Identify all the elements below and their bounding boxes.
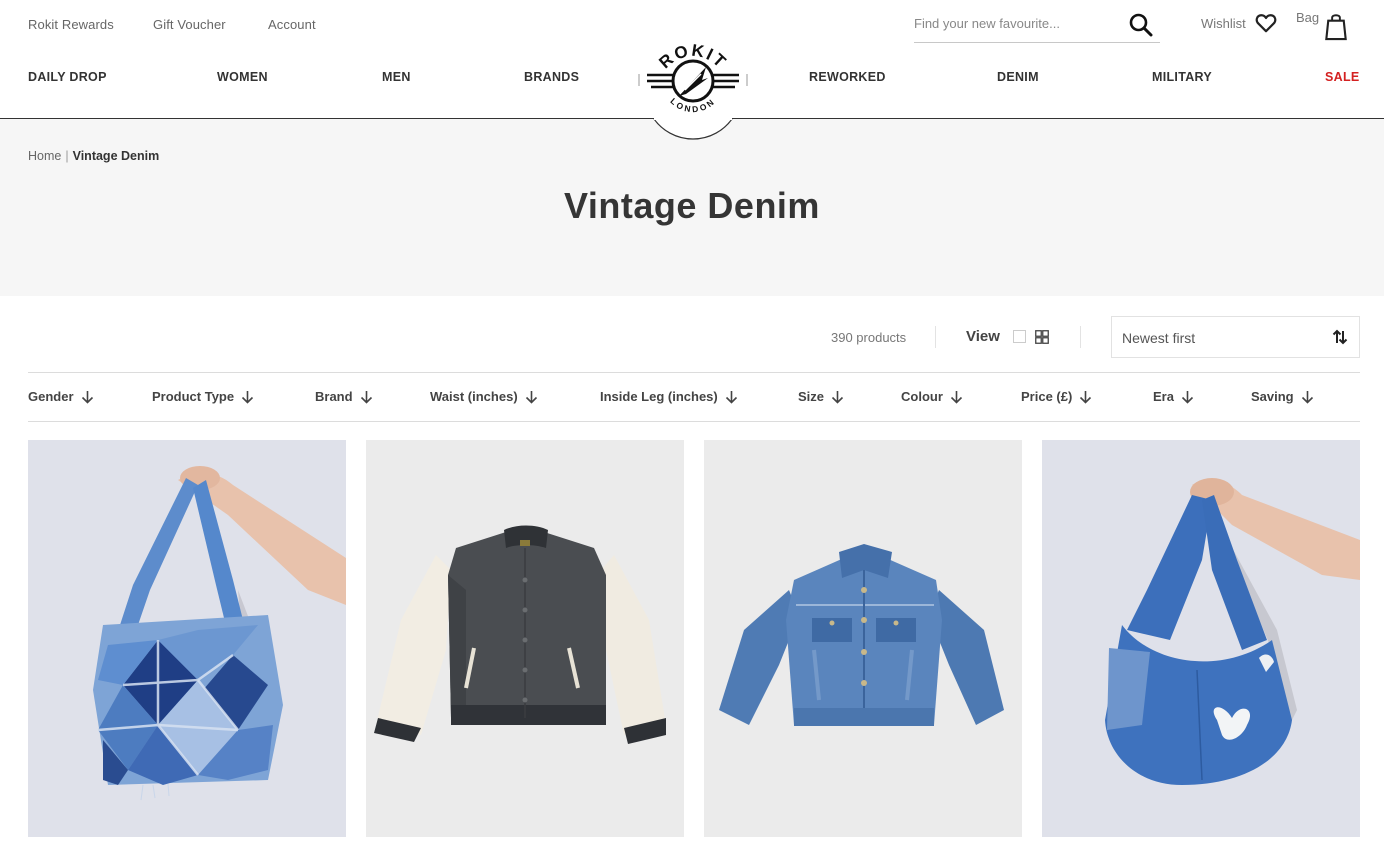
filter-label: Saving: [1251, 389, 1294, 404]
product-image-denim-jacket: [704, 440, 1022, 837]
arrow-down-icon: [1181, 390, 1194, 404]
search-button[interactable]: [1128, 12, 1154, 38]
single-view-icon[interactable]: [1013, 330, 1026, 343]
filter-brand[interactable]: Brand: [315, 389, 373, 404]
filter-label: Size: [798, 389, 825, 404]
product-card[interactable]: [1042, 440, 1360, 837]
toolbar-divider: [1080, 326, 1081, 348]
search-bar: [914, 8, 1160, 43]
product-count: 390 products: [831, 330, 907, 345]
grid-view-icon[interactable]: [1035, 330, 1049, 344]
filter-waist[interactable]: Waist (inches): [430, 389, 538, 404]
filter-label: Product Type: [152, 389, 235, 404]
product-image-denim-hobo-bag: [1042, 440, 1360, 837]
arrow-down-icon: [81, 390, 93, 404]
arrow-down-icon: [360, 390, 372, 404]
arrow-down-icon: [725, 390, 737, 404]
filter-colour[interactable]: Colour: [901, 389, 963, 404]
shopping-bag-icon: [1325, 14, 1347, 41]
breadcrumb-current: Vintage Denim: [72, 149, 160, 163]
bag-link[interactable]: Bag: [1296, 10, 1348, 41]
filter-inside-leg[interactable]: Inside Leg (inches): [600, 389, 738, 404]
filter-label: Era: [1153, 389, 1174, 404]
gift-voucher-link[interactable]: Gift Voucher: [153, 17, 226, 32]
filter-label: Waist (inches): [430, 389, 518, 404]
filter-label: Price (£): [1021, 389, 1073, 404]
nav-daily-drop[interactable]: DAILY DROP: [28, 70, 107, 84]
toolbar-divider: [935, 326, 936, 348]
nav-brands[interactable]: BRANDS: [524, 70, 579, 84]
arrow-down-icon: [242, 390, 254, 404]
arrow-down-icon: [1080, 390, 1092, 404]
nav-sale[interactable]: SALE: [1325, 70, 1360, 84]
rokit-logo[interactable]: ROKIT LONDON: [638, 30, 748, 140]
nav-women[interactable]: WOMEN: [217, 70, 268, 84]
heart-icon: [1255, 14, 1277, 33]
nav-reworked[interactable]: REWORKED: [809, 70, 886, 84]
sort-selected-value: Newest first: [1122, 330, 1196, 346]
filter-product-type[interactable]: Product Type: [152, 389, 254, 404]
account-link[interactable]: Account: [268, 17, 316, 32]
filter-saving[interactable]: Saving: [1251, 389, 1314, 404]
search-icon: [1129, 13, 1153, 37]
product-card[interactable]: [28, 440, 346, 837]
product-card[interactable]: [366, 440, 684, 837]
wishlist-label: Wishlist: [1201, 15, 1246, 31]
nav-denim[interactable]: DENIM: [997, 70, 1039, 84]
filter-label: Colour: [901, 389, 943, 404]
filter-gender[interactable]: Gender: [28, 389, 94, 404]
arrow-down-icon: [525, 390, 537, 404]
search-input[interactable]: [914, 8, 1119, 38]
product-image-patchwork-bag: [28, 440, 346, 837]
sort-select[interactable]: Newest first: [1111, 316, 1360, 358]
product-image-varsity-jacket: [366, 440, 684, 837]
filter-label: Inside Leg (inches): [600, 389, 718, 404]
bag-label: Bag: [1296, 10, 1320, 25]
filter-era[interactable]: Era: [1153, 389, 1194, 404]
breadcrumb-home[interactable]: Home: [28, 149, 61, 163]
rokit-rewards-link[interactable]: Rokit Rewards: [28, 17, 114, 32]
page-title: Vintage Denim: [564, 185, 820, 226]
filter-price[interactable]: Price (£): [1021, 389, 1092, 404]
arrow-down-icon: [1301, 390, 1313, 404]
view-label: View: [966, 328, 1000, 345]
sort-arrows-icon: [1332, 329, 1348, 345]
filter-label: Brand: [315, 389, 353, 404]
arrow-down-icon: [950, 390, 962, 404]
wishlist-link[interactable]: Wishlist: [1201, 13, 1277, 33]
product-card[interactable]: [704, 440, 1022, 837]
nav-men[interactable]: MEN: [382, 70, 411, 84]
arrow-down-icon: [831, 390, 844, 404]
breadcrumb-separator: |: [65, 149, 69, 163]
category-hero: Home | Vintage Denim Vintage Denim: [0, 119, 1384, 296]
nav-military[interactable]: MILITARY: [1152, 70, 1212, 84]
filter-size[interactable]: Size: [798, 389, 844, 404]
filter-label: Gender: [28, 389, 74, 404]
filter-bar: Gender Product Type Brand Waist (inches)…: [28, 372, 1360, 422]
breadcrumb: Home | Vintage Denim: [28, 149, 159, 163]
